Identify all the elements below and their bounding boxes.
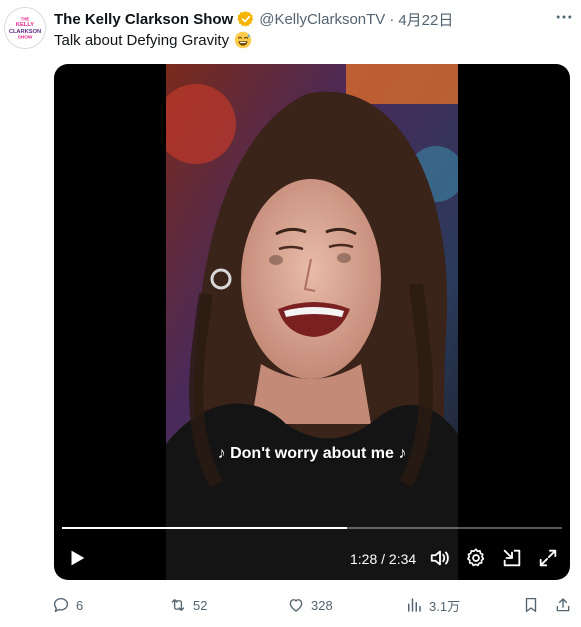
svg-text:SHOW: SHOW: [18, 34, 33, 40]
author-handle[interactable]: @KellyClarksonTV: [259, 11, 385, 28]
play-button[interactable]: [66, 547, 88, 569]
views-button[interactable]: 3.1万: [405, 594, 460, 616]
share-icon: [556, 598, 570, 612]
picture-in-picture-button[interactable]: [501, 547, 523, 569]
svg-text:KELLY: KELLY: [16, 22, 34, 28]
tweet-text-content: Talk about Defying Gravity: [54, 31, 230, 49]
like-button[interactable]: 328: [287, 594, 333, 616]
avatar[interactable]: THE KELLY CLARKSON SHOW: [4, 7, 46, 49]
minimize-icon: [503, 549, 521, 567]
expand-icon: [539, 549, 557, 567]
tweet-text: Talk about Defying Gravity: [54, 31, 252, 49]
video-time: 1:28 / 2:34: [350, 551, 417, 567]
like-count: 328: [311, 597, 333, 613]
retweet-icon: [171, 599, 185, 611]
sweat-smile-emoji-icon: [234, 31, 252, 49]
play-icon: [71, 550, 85, 566]
video-controls: 1:28 / 2:34: [54, 544, 570, 574]
bookmark-icon: [525, 597, 537, 613]
verified-badge-icon: [237, 10, 255, 28]
tweet-header: The Kelly Clarkson Show @KellyClarksonTV…: [54, 8, 573, 30]
more-options-button[interactable]: [553, 6, 575, 28]
more-icon: [556, 15, 572, 19]
svg-text:CLARKSON: CLARKSON: [9, 29, 41, 35]
reply-count: 6: [76, 597, 84, 613]
volume-icon: [430, 550, 449, 566]
bookmark-button[interactable]: [522, 594, 540, 616]
video-progress-bar[interactable]: [62, 527, 562, 529]
heart-icon: [289, 599, 303, 612]
fullscreen-button[interactable]: [537, 547, 559, 569]
volume-button[interactable]: [429, 547, 451, 569]
video-caption: ♪ Don't worry about me ♪: [217, 445, 407, 462]
separator-dot: ·: [389, 10, 395, 28]
settings-button[interactable]: [465, 547, 487, 569]
retweet-button[interactable]: 52: [169, 594, 207, 616]
video-frame: [166, 64, 458, 580]
retweet-count: 52: [193, 597, 208, 613]
views-chart-icon: [408, 598, 421, 612]
author-name[interactable]: The Kelly Clarkson Show: [54, 11, 233, 28]
video-still-image: [166, 64, 458, 580]
tweet: THE KELLY CLARKSON SHOW The Kelly Clarks…: [0, 0, 581, 627]
video-progress-fill: [62, 527, 347, 529]
reply-button[interactable]: 6: [52, 594, 83, 616]
gear-icon: [467, 548, 485, 567]
video-player[interactable]: ♪ Don't worry about me ♪ 1:28 / 2:34: [54, 64, 570, 580]
svg-text:THE: THE: [21, 16, 30, 21]
reply-icon: [53, 597, 69, 613]
share-button[interactable]: [554, 594, 572, 616]
tweet-date[interactable]: 4月22日: [398, 9, 453, 30]
kelly-clarkson-logo: THE KELLY CLARKSON SHOW: [5, 8, 45, 48]
tweet-actions: 6 52 328 3.1万: [52, 594, 573, 616]
view-count: 3.1万: [429, 598, 461, 614]
